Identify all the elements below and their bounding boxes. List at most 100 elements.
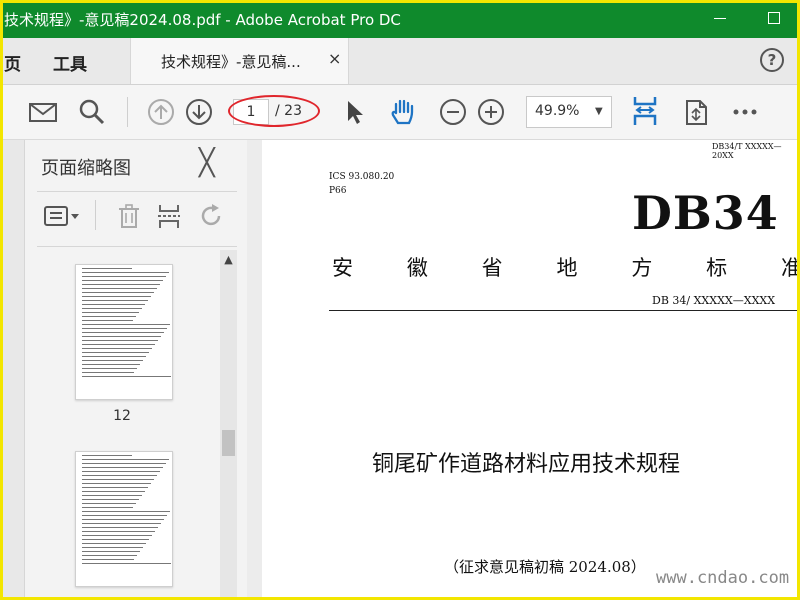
thumbnail-options-icon[interactable] — [43, 202, 81, 230]
thumbnail-text-line — [82, 324, 170, 325]
delete-icon[interactable] — [115, 202, 143, 230]
thumbnail-text-line — [82, 563, 171, 564]
thumbnail-text-line — [82, 284, 160, 285]
thumbnail-text-line — [82, 523, 161, 524]
thumbnail-text-line — [82, 535, 152, 536]
thumbnail-text-line — [82, 372, 134, 373]
heading-char: 方 — [631, 256, 653, 280]
thumbnail-text-line — [82, 495, 142, 496]
heading-char: 准 — [780, 256, 800, 280]
thumbnail-text-line — [82, 463, 166, 464]
thumbnail-text-line — [82, 507, 133, 508]
thumbnail-text-line — [82, 292, 154, 293]
thumbnail-text-line — [82, 352, 149, 353]
thumbnail-text-line — [82, 336, 161, 337]
rotate-icon[interactable] — [197, 202, 225, 230]
thumbnail-scrollbar[interactable]: ▲ — [220, 250, 237, 600]
thumbnail-text-line — [82, 519, 164, 520]
email-icon[interactable] — [28, 97, 58, 127]
thumbnail-text-line — [82, 527, 158, 528]
fit-width-icon[interactable] — [630, 94, 660, 128]
scroll-thumb[interactable] — [222, 430, 235, 456]
scroll-up-icon[interactable]: ▲ — [220, 250, 237, 270]
thumbnail-text-line — [82, 308, 142, 309]
extract-pages-icon[interactable] — [155, 202, 183, 230]
thumbnail-text-line — [82, 312, 139, 313]
db-logo-text: DB34 — [632, 186, 779, 240]
search-icon[interactable] — [77, 97, 107, 127]
thumbnail-list: 12 — [37, 248, 219, 600]
zoom-select[interactable]: 49.9% ▼ — [526, 96, 612, 128]
thumbnail-text-line — [82, 511, 170, 512]
province-standard-heading: 安 徽 省 地 方 标 准 — [332, 252, 800, 282]
page-up-icon[interactable] — [146, 97, 176, 127]
thumbnail-text-line — [82, 296, 151, 297]
draft-note: （征求意见稿初稿 2024.08） — [444, 558, 646, 576]
tab-label: 技术规程》-意见稿... — [161, 53, 301, 71]
thumbnail-text-line — [82, 531, 155, 532]
thumbnail-text-line — [82, 547, 143, 548]
window-title: 技术规程》-意见稿2024.08.pdf - Adobe Acrobat Pro… — [4, 11, 401, 29]
maximize-icon[interactable] — [765, 8, 785, 28]
help-icon[interactable]: ? — [760, 48, 784, 72]
thumbnail-text-line — [82, 376, 171, 377]
page-down-icon[interactable] — [184, 97, 214, 127]
panel-separator — [95, 200, 96, 230]
thumbnail-text-line — [82, 364, 140, 365]
panel-title: 页面缩略图 — [41, 158, 131, 179]
heading-char: 省 — [481, 256, 503, 280]
menu-bar: 页 工具 技术规程》-意见稿... × ? — [0, 38, 800, 85]
rotate-page-icon[interactable] — [681, 97, 711, 127]
thumbnail-text-line — [82, 300, 148, 301]
panel-divider — [37, 191, 237, 192]
thumbnail-text-line — [82, 276, 166, 277]
toolbar-separator — [127, 97, 128, 127]
heading-char: 安 — [332, 256, 353, 280]
thumbnail-text-line — [82, 551, 140, 552]
document-title: 铜尾矿作道路材料应用技术规程 — [372, 452, 681, 477]
header-rule — [329, 310, 800, 311]
ics-code: ICS 93.080.20 P66 — [329, 170, 394, 198]
thumbnail-text-line — [82, 459, 169, 460]
title-bar: 技术规程》-意见稿2024.08.pdf - Adobe Acrobat Pro… — [0, 0, 800, 38]
thumbnail-text-line — [82, 368, 137, 369]
document-tab[interactable]: 技术规程》-意见稿... × — [130, 38, 349, 84]
thumbnail-text-line — [82, 344, 155, 345]
left-nav-strip[interactable] — [0, 140, 25, 600]
thumbnail-text-line — [82, 543, 146, 544]
pdf-page: DB34/T XXXXX—20XX ICS 93.080.20 P66 DB34… — [262, 140, 800, 600]
thumbnail-text-line — [82, 555, 137, 556]
minimize-icon[interactable] — [711, 8, 731, 28]
panel-close-icon[interactable]: ╳ — [199, 150, 215, 176]
thumbnail-text-line — [82, 328, 167, 329]
thumbnail-text-line — [82, 487, 148, 488]
thumbnail-text-line — [82, 348, 152, 349]
thumbnail-text-line — [82, 272, 169, 273]
document-view[interactable]: DB34/T XXXXX—20XX ICS 93.080.20 P66 DB34… — [247, 140, 800, 600]
thumbnail-label: 12 — [113, 408, 131, 424]
thumbnail-text-line — [82, 479, 154, 480]
watermark: www.cndao.com — [656, 568, 790, 588]
tab-close-icon[interactable]: × — [328, 49, 341, 68]
thumbnail-text-line — [82, 483, 151, 484]
thumbnail-text-line — [82, 356, 146, 357]
page-thumbnail-12[interactable] — [75, 264, 173, 400]
thumbnail-text-line — [82, 471, 160, 472]
thumbnail-text-line — [82, 340, 158, 341]
ics-line: ICS 93.080.20 — [329, 172, 395, 182]
menu-home[interactable]: 页 — [4, 50, 21, 75]
menu-tools[interactable]: 工具 — [53, 50, 87, 75]
page-thumbnail-13[interactable] — [75, 451, 173, 587]
select-cursor-icon[interactable] — [340, 97, 370, 127]
hand-tool-icon[interactable] — [388, 97, 418, 127]
standard-code-header: DB34/T XXXXX—20XX — [712, 142, 782, 160]
thumbnail-text-line — [82, 515, 167, 516]
zoom-in-icon[interactable] — [476, 97, 506, 127]
more-icon[interactable] — [730, 97, 760, 127]
thumbnail-text-line — [82, 268, 132, 269]
thumbnail-text-line — [82, 491, 145, 492]
thumbnail-panel: 页面缩略图 ╳ 12 ▲ — [25, 140, 247, 600]
thumbnail-text-line — [82, 467, 163, 468]
zoom-out-icon[interactable] — [438, 97, 468, 127]
toolbar: 1 / 23 49.9% ▼ — [0, 85, 800, 140]
